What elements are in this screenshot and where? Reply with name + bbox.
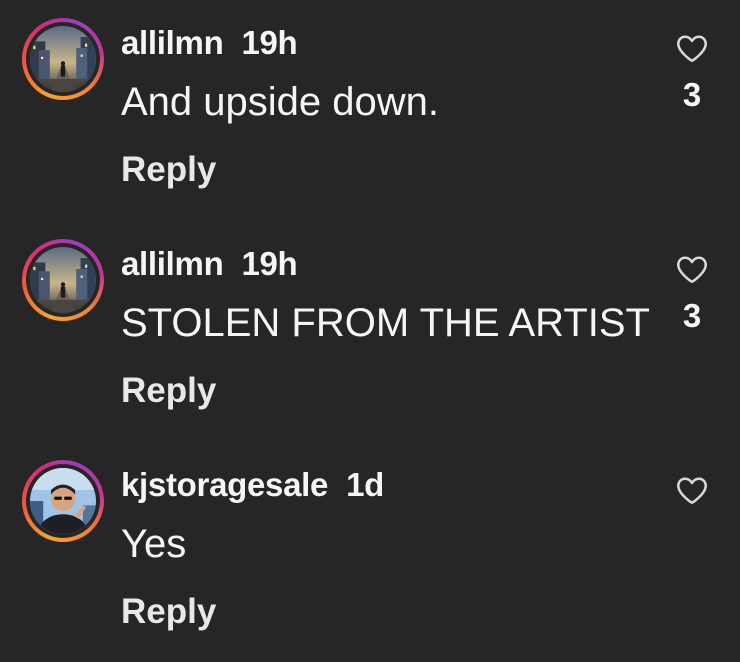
avatar[interactable]: [30, 26, 96, 92]
comment-text: And upside down.: [121, 80, 440, 124]
like-button[interactable]: [674, 251, 710, 287]
username-link[interactable]: allilmn: [121, 245, 224, 282]
comment-text: Yes: [121, 522, 187, 566]
avatar[interactable]: [30, 468, 96, 534]
story-ring[interactable]: [22, 18, 104, 100]
comment-item: allilmn 19h STOLEN FROM THE ARTIST Reply …: [0, 221, 740, 441]
avatar[interactable]: [30, 247, 96, 313]
comment-time: 19h: [241, 24, 298, 61]
story-ring[interactable]: [22, 239, 104, 321]
username-link[interactable]: kjstoragesale: [121, 466, 328, 503]
comment-header: allilmn 19h: [121, 245, 298, 283]
like-button[interactable]: [674, 472, 710, 508]
comment-time: 19h: [241, 245, 298, 282]
like-count: 3: [682, 297, 702, 334]
comment-header: kjstoragesale 1d: [121, 466, 384, 504]
comment-header: allilmn 19h: [121, 24, 298, 62]
like-count: 3: [682, 76, 702, 113]
like-button[interactable]: [674, 30, 710, 66]
comment-item: allilmn 19h And upside down. Reply 3: [0, 0, 740, 220]
heart-outline-icon: [677, 35, 707, 63]
city-street-avatar-image: [30, 26, 96, 92]
comment-item: kjstoragesale 1d Yes Reply: [0, 442, 740, 662]
city-street-avatar-image: [30, 247, 96, 313]
person-selfie-avatar-image: [30, 468, 96, 534]
username-link[interactable]: allilmn: [121, 24, 224, 61]
comment-time: 1d: [346, 466, 384, 503]
reply-button[interactable]: Reply: [121, 371, 216, 411]
heart-outline-icon: [677, 477, 707, 505]
reply-button[interactable]: Reply: [121, 150, 216, 190]
comment-text: STOLEN FROM THE ARTIST: [121, 301, 650, 345]
heart-outline-icon: [677, 256, 707, 284]
reply-button[interactable]: Reply: [121, 592, 216, 632]
story-ring[interactable]: [22, 460, 104, 542]
